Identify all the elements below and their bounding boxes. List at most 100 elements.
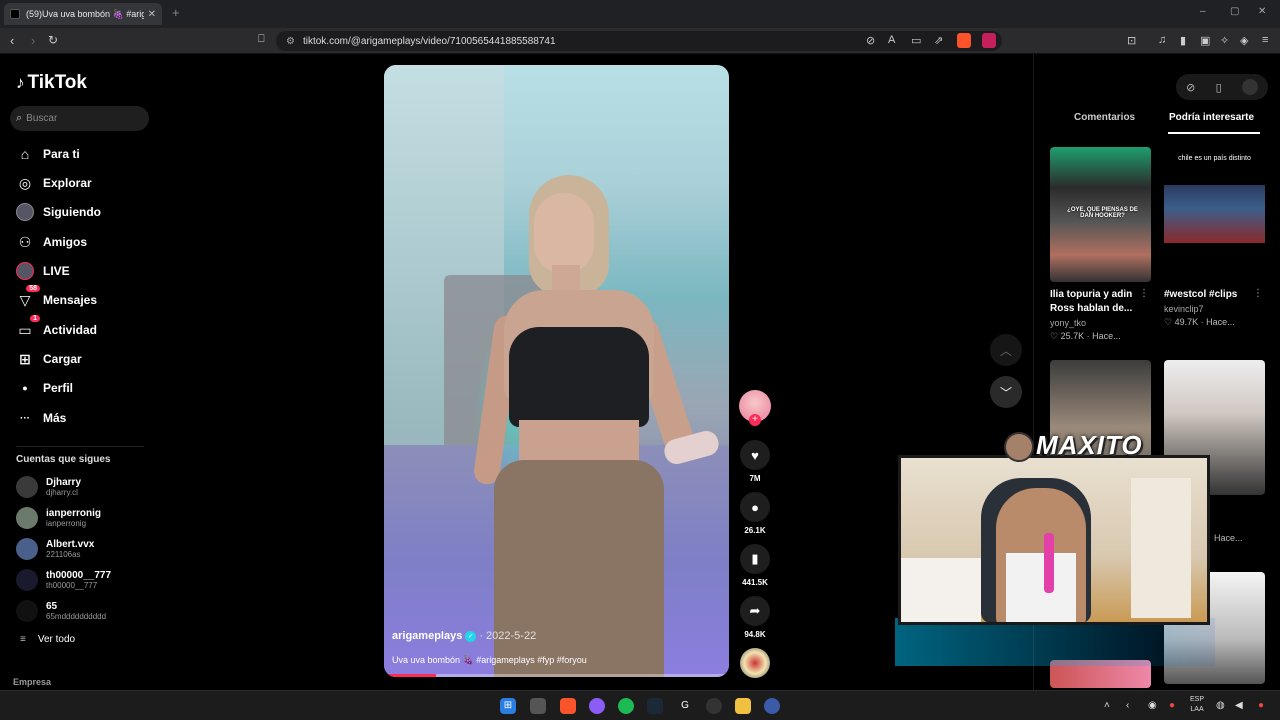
window-close-button[interactable]: ✕	[1258, 6, 1266, 17]
nav-perfil[interactable]: ● Perfil	[16, 379, 73, 397]
save-button[interactable]: ▮ 441.5K	[739, 544, 771, 587]
nav-siguiendo[interactable]: Siguiendo	[16, 203, 101, 221]
obs-icon[interactable]	[706, 698, 722, 714]
footer-empresa-link[interactable]: Empresa	[13, 677, 51, 687]
translate-icon[interactable]: A	[888, 34, 895, 46]
browser-tab[interactable]: (59)Uva uva bombón 🍇 #arigameplays ✕	[4, 3, 162, 25]
account-handle: 221106as	[46, 550, 81, 559]
nav-label: Actividad	[43, 323, 98, 337]
nav-amigos[interactable]: ⚇ Amigos	[16, 233, 87, 251]
nav-actividad[interactable]: ▭ 1 Actividad	[16, 315, 98, 339]
microphone-icon[interactable]: ●	[1169, 700, 1175, 711]
reload-icon[interactable]: ↻	[48, 33, 58, 47]
card-more-icon[interactable]: ⋮	[1253, 288, 1263, 299]
language-indicator[interactable]: ESP LAA	[1190, 695, 1204, 715]
volume-icon[interactable]: ◀	[1235, 700, 1243, 711]
suggested-video-card[interactable]: chile es un país distinto #westcol #clip…	[1164, 147, 1265, 328]
device-icon[interactable]: ▯	[1216, 81, 1222, 94]
no-media-icon[interactable]: ⊘	[866, 34, 875, 47]
tab-close-icon[interactable]: ✕	[148, 9, 156, 20]
card-title: Ilia topuria y adin Ross hablan de...	[1050, 289, 1133, 314]
steam-icon[interactable]	[647, 698, 663, 714]
vpn-icon[interactable]: ◈	[1240, 34, 1248, 47]
extensions-icon[interactable]: ✧	[1220, 34, 1229, 47]
windows-taskbar: ⊞ G ˄ ‹ ◉ ● ESP LAA ◍ ◀ ●	[0, 690, 1280, 720]
like-button[interactable]: ♥ 7M	[739, 440, 771, 483]
logitech-icon[interactable]: G	[677, 698, 693, 714]
tab-comments[interactable]: Comentarios	[1074, 112, 1135, 123]
nav-para-ti[interactable]: ⌂ Para ti	[16, 145, 80, 163]
app-icon[interactable]	[589, 698, 605, 714]
user-avatar-icon[interactable]	[1241, 79, 1258, 95]
tray-app-icon[interactable]: ‹	[1126, 700, 1129, 711]
messages-icon: ▽ 58	[16, 285, 40, 309]
windows-start-icon[interactable]: ⊞	[500, 698, 516, 714]
see-all-link[interactable]: ≡ Ver todo	[20, 634, 75, 645]
back-icon[interactable]: ‹	[10, 33, 14, 48]
video-player[interactable]: arigameplays ✓ · 2022-5-22 Uva uva bombó…	[384, 65, 729, 677]
browser-toolbar: ‹ › ↻ ⎕ ⚙ tiktok.com/@arigameplays/video…	[0, 28, 1280, 54]
follow-plus-button[interactable]: +	[749, 414, 761, 426]
brave-rewards-icon[interactable]	[982, 33, 996, 48]
music-icon[interactable]: ♫	[1158, 34, 1166, 46]
cast-icon[interactable]: ▭	[911, 34, 921, 47]
video-scene-pants	[494, 460, 664, 677]
followed-account[interactable]: 65 65mdddddddddd	[16, 600, 106, 622]
spotify-icon[interactable]	[618, 698, 634, 714]
network-icon[interactable]: ◍	[1216, 700, 1225, 711]
tiktok-logo[interactable]: ♪ TikTok	[16, 72, 87, 94]
nav-mensajes[interactable]: ▽ 58 Mensajes	[16, 285, 98, 309]
video-author[interactable]: arigameplays ✓ · 2022-5-22	[392, 630, 536, 642]
nav-label: Mensajes	[43, 293, 98, 307]
minimize-button[interactable]: –	[1200, 6, 1206, 17]
winrar-icon[interactable]	[735, 698, 751, 714]
share-button[interactable]: ➦ 94.8K	[739, 596, 771, 639]
account-handle: ianperronig	[46, 519, 87, 528]
video-progress-bar[interactable]	[384, 674, 729, 677]
brave-shields-icon[interactable]	[957, 33, 971, 48]
nav-cargar[interactable]: ⊞ Cargar	[16, 350, 82, 368]
account-handle: djharry.cl	[46, 488, 78, 497]
notification-icon[interactable]: ●	[1258, 700, 1264, 711]
bookmark-icon[interactable]: ⎕	[258, 33, 265, 46]
card-stats: ♡ 49.7K · Hace...	[1164, 317, 1235, 327]
followed-account[interactable]: Albert.vvx 221106as	[16, 538, 94, 560]
comment-button[interactable]: ● 26.1K	[739, 492, 771, 535]
following-avatar-icon	[16, 203, 34, 221]
tray-steam-icon[interactable]: ◉	[1148, 700, 1157, 711]
screenshot-icon[interactable]: ⊡	[1127, 34, 1136, 47]
account-name: ianperronig	[46, 508, 102, 519]
nav-mas[interactable]: ··· Más	[16, 409, 66, 427]
brave-browser-icon[interactable]	[560, 698, 576, 714]
search-input[interactable]: ⌕ Buscar	[10, 106, 149, 131]
menu-icon[interactable]: ≡	[1262, 34, 1268, 46]
music-disc-icon[interactable]	[740, 648, 770, 678]
compass-icon[interactable]: ⊘	[1186, 81, 1195, 94]
maximize-button[interactable]: ▢	[1230, 6, 1239, 17]
next-video-button[interactable]: ﹀	[990, 376, 1022, 408]
share-icon[interactable]: ⇗	[934, 34, 943, 47]
file-explorer-icon[interactable]	[530, 698, 546, 714]
forward-icon[interactable]: ›	[31, 33, 35, 48]
nav-explorar[interactable]: ◎ Explorar	[16, 174, 92, 192]
nav-live[interactable]: LIVE	[16, 262, 70, 280]
sidebar-toggle-icon[interactable]: ▮	[1180, 34, 1186, 47]
followed-account[interactable]: th00000__777 th00000__777	[16, 569, 111, 591]
followed-account[interactable]: Djharry djharry.cl	[16, 476, 81, 498]
card-more-icon[interactable]: ⋮	[1139, 288, 1149, 299]
followed-account[interactable]: ianperronig ianperronig	[16, 507, 101, 529]
wallet-icon[interactable]: ▣	[1200, 34, 1210, 47]
tab-suggested[interactable]: Podría interesarte	[1169, 112, 1254, 123]
site-settings-icon[interactable]: ⚙	[286, 36, 295, 47]
nav-label: LIVE	[43, 264, 70, 278]
video-thumbnail[interactable]: ¿OYE, QUE PIENSAS DE DAN HOOKER?	[1050, 147, 1151, 282]
list-icon: ≡	[20, 634, 26, 645]
settings-app-icon[interactable]	[764, 698, 780, 714]
tray-chevron-icon[interactable]: ˄	[1104, 700, 1110, 711]
chevron-up-icon: ︿	[999, 343, 1012, 358]
video-thumbnail[interactable]: chile es un país distinto	[1164, 147, 1265, 282]
previous-video-button[interactable]: ︿	[990, 334, 1022, 366]
suggested-video-card[interactable]: ¿OYE, QUE PIENSAS DE DAN HOOKER? Ilia to…	[1050, 147, 1151, 342]
author-name[interactable]: arigameplays	[392, 630, 462, 642]
new-tab-button[interactable]: +	[172, 5, 180, 20]
